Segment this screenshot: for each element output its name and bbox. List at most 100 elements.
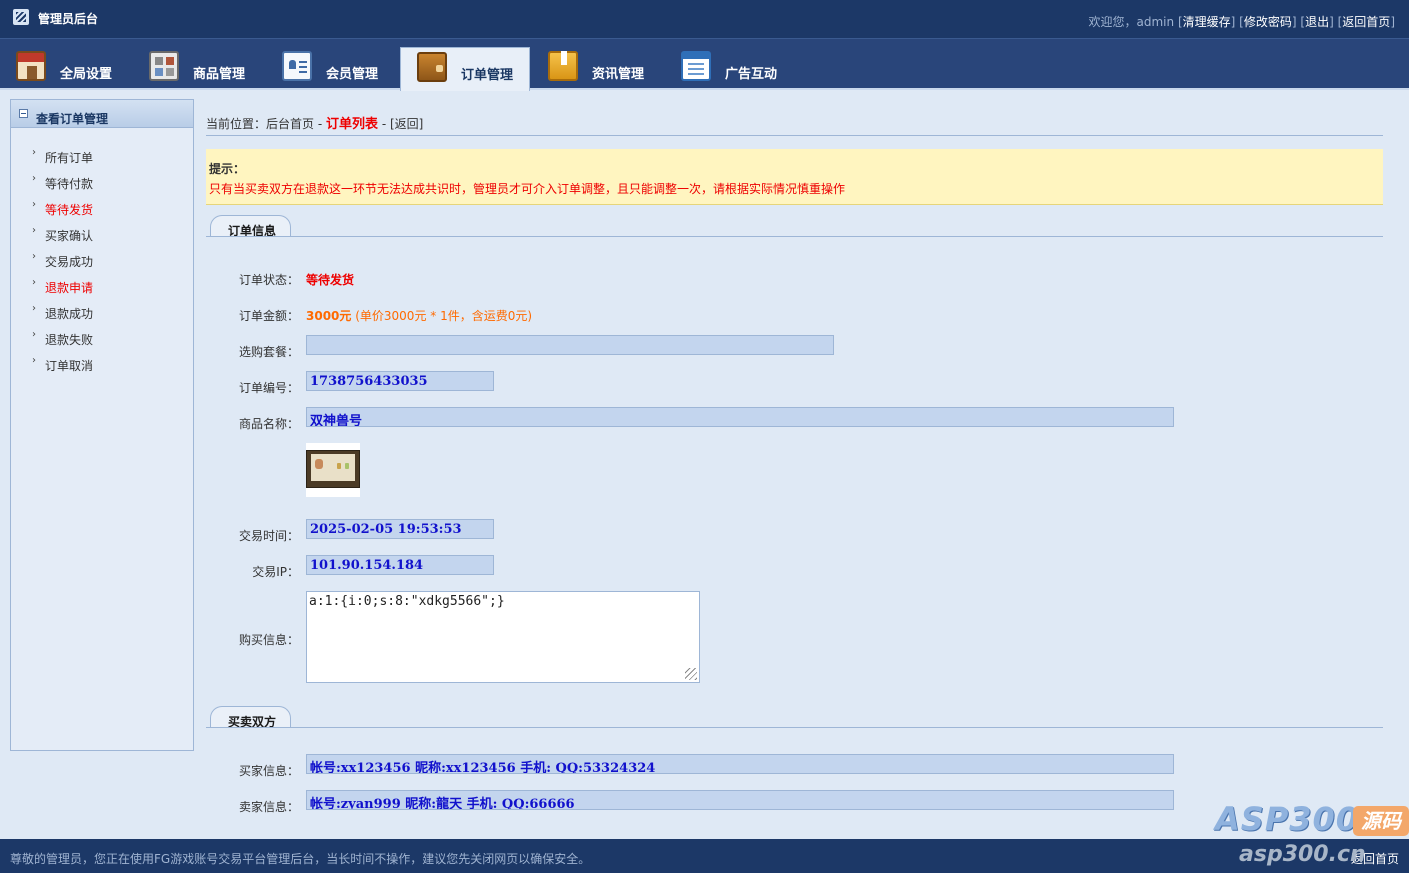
footer: 尊敬的管理员，您正在使用FG游戏账号交易平台管理后台，当长时间不操作，建议您先关…	[0, 839, 1409, 873]
tip-title: 提示：	[209, 162, 246, 176]
watermark-badge: 源码	[1353, 806, 1409, 836]
change-password-link[interactable]: 修改密码	[1244, 15, 1292, 29]
seller-info-label: 卖家信息：	[238, 800, 299, 814]
home-icon	[16, 51, 46, 81]
purchase-info-textarea[interactable]: a:1:{i:0;s:8:"xdkg5566";}	[306, 591, 700, 683]
goods-name-field[interactable]: 双神兽号	[306, 407, 1174, 427]
list-window-icon	[681, 51, 711, 81]
chevron-right-icon: ›	[32, 355, 36, 366]
sidebar-item-buyer-confirm[interactable]: › 买家确认	[11, 224, 193, 250]
top-header: 管理员后台 欢迎您，admin [清理缓存] [修改密码] [退出] [返回首页…	[0, 0, 1409, 38]
chevron-right-icon: ›	[32, 199, 36, 210]
sidebar-item-label: 所有订单	[45, 151, 94, 165]
sidebar-item-order-cancelled[interactable]: › 订单取消	[11, 354, 193, 380]
trade-ip-label: 交易IP：	[252, 565, 299, 579]
footer-notice: 尊敬的管理员，您正在使用FG游戏账号交易平台管理后台，当长时间不操作，建议您先关…	[10, 852, 591, 866]
tab-global-settings[interactable]: 全局设置	[0, 47, 130, 91]
tab-news-management[interactable]: 资讯管理	[532, 47, 662, 91]
purchase-info-label: 购买信息：	[238, 633, 299, 647]
header-links: 欢迎您，admin [清理缓存] [修改密码] [退出] [返回首页]	[1088, 15, 1395, 29]
sidebar: 查看订单管理 › 所有订单 › 等待付款 › 等待发货 › 买家确认 › 交易成功 › 退款…	[10, 99, 194, 751]
sidebar-item-label: 退款成功	[45, 307, 94, 321]
section-title: 订单信息	[210, 215, 292, 238]
tab-label: 订单管理	[461, 68, 514, 83]
tip-text: 只有当买卖双方在退款这一环节无法达成共识时，管理员才可介入订单调整，且只能调整一…	[209, 182, 846, 196]
chevron-right-icon: ›	[32, 303, 36, 314]
breadcrumb-current: 订单列表	[326, 117, 379, 132]
sidebar-item-label: 等待发货	[45, 203, 94, 217]
collapse-icon[interactable]	[19, 109, 28, 118]
tab-label: 商品管理	[193, 67, 246, 82]
buyer-info-field[interactable]: 帐号:xx123456 昵称:xx123456 手机: QQ:53324324	[306, 754, 1174, 774]
clear-cache-link[interactable]: 清理缓存	[1183, 15, 1231, 29]
sidebar-item-awaiting-shipment[interactable]: › 等待发货	[11, 198, 193, 224]
goods-thumbnail[interactable]	[306, 443, 360, 497]
footer-home-link[interactable]: 返回首页	[1351, 850, 1399, 867]
breadcrumb-prefix: 当前位置：	[206, 117, 267, 131]
chevron-right-icon: ›	[32, 329, 36, 340]
return-home-link[interactable]: 返回首页	[1342, 15, 1390, 29]
tab-member-management[interactable]: 会员管理	[266, 47, 396, 91]
breadcrumb: 当前位置：后台首页 - 订单列表 - [返回]	[206, 113, 423, 132]
breadcrumb-separator: -	[378, 117, 390, 131]
tip-box: 提示： 只有当买卖双方在退款这一环节无法达成共识时，管理员才可介入订单调整，且只…	[206, 149, 1383, 205]
breadcrumb-back-link[interactable]: [返回]	[390, 117, 423, 131]
sidebar-item-label: 退款申请	[45, 281, 94, 295]
member-card-icon	[282, 51, 312, 81]
sidebar-item-label: 订单取消	[45, 359, 94, 373]
welcome-text: 欢迎您，admin	[1088, 15, 1175, 29]
chevron-right-icon: ›	[32, 251, 36, 262]
chevron-right-icon: ›	[32, 147, 36, 158]
main-nav: 全局设置 商品管理 会员管理 订单管理 资讯管理 广告互动	[0, 38, 1409, 91]
sidebar-item-label: 退款失败	[45, 333, 94, 347]
tab-label: 资讯管理	[592, 67, 645, 82]
tab-label: 全局设置	[60, 67, 113, 82]
sidebar-item-label: 交易成功	[45, 255, 94, 269]
breadcrumb-home-link[interactable]: 后台首页	[266, 117, 314, 131]
admin-logo-icon	[13, 9, 29, 25]
trade-time-label: 交易时间：	[238, 529, 299, 543]
bookmark-icon	[548, 51, 578, 81]
package-field[interactable]	[306, 335, 834, 355]
sidebar-item-trade-success[interactable]: › 交易成功	[11, 250, 193, 276]
tab-ad-interaction[interactable]: 广告互动	[665, 47, 795, 91]
tab-label: 广告互动	[725, 67, 778, 82]
section-divider	[206, 727, 1383, 728]
sidebar-item-refund-failed[interactable]: › 退款失败	[11, 328, 193, 354]
sidebar-item-all-orders[interactable]: › 所有订单	[11, 146, 193, 172]
sidebar-menu: › 所有订单 › 等待付款 › 等待发货 › 买家确认 › 交易成功 › 退款申请 › 退款成…	[11, 146, 193, 380]
sidebar-item-awaiting-payment[interactable]: › 等待付款	[11, 172, 193, 198]
tab-order-management[interactable]: 订单管理	[400, 47, 530, 91]
bottom-strip	[0, 873, 1409, 879]
grid-icon	[149, 51, 179, 81]
order-amount-detail: (单价3000元 * 1件，含运费0元)	[351, 309, 533, 323]
goods-thumbnail-image	[306, 450, 360, 488]
logout-link[interactable]: 退出	[1305, 15, 1329, 29]
wallet-icon	[417, 52, 447, 82]
tab-goods-management[interactable]: 商品管理	[133, 47, 263, 91]
sidebar-title: 查看订单管理	[36, 112, 109, 126]
order-amount-value: 3000元	[306, 309, 352, 323]
package-label: 选购套餐：	[238, 345, 299, 359]
sidebar-item-label: 买家确认	[45, 229, 94, 243]
breadcrumb-divider	[206, 135, 1383, 136]
order-status-label: 订单状态：	[238, 273, 299, 287]
trade-ip-field[interactable]: 101.90.154.184	[306, 555, 494, 575]
sidebar-item-label: 等待付款	[45, 177, 94, 191]
sidebar-item-refund-request[interactable]: › 退款申请	[11, 276, 193, 302]
buyer-info-label: 买家信息：	[238, 764, 299, 778]
trade-time-field[interactable]: 2025-02-05 19:53:53	[306, 519, 494, 539]
seller-info-field[interactable]: 帐号:zyan999 昵称:龍天 手机: QQ:66666	[306, 790, 1174, 810]
chevron-right-icon: ›	[32, 173, 36, 184]
order-number-field[interactable]: 1738756433035	[306, 371, 494, 391]
sidebar-header[interactable]: 查看订单管理	[11, 100, 193, 128]
section-title: 买卖双方	[210, 706, 292, 729]
breadcrumb-separator: -	[314, 117, 326, 131]
watermark-text: ASP300	[1215, 800, 1360, 838]
app-title: 管理员后台	[38, 12, 99, 26]
section-divider	[206, 236, 1383, 237]
order-amount: 3000元 (单价3000元 * 1件，含运费0元)	[306, 307, 532, 324]
chevron-right-icon: ›	[32, 277, 36, 288]
sidebar-item-refund-success[interactable]: › 退款成功	[11, 302, 193, 328]
resize-grip-icon[interactable]	[685, 668, 697, 680]
